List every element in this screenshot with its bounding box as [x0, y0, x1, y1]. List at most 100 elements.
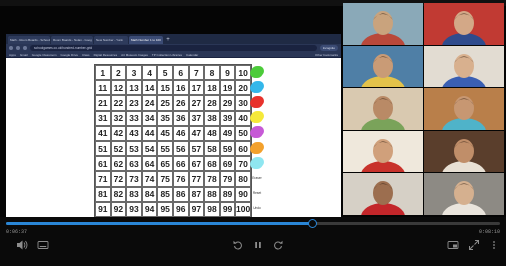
number-cell[interactable]: 13 [126, 80, 142, 96]
number-cell[interactable]: 20 [235, 80, 251, 96]
number-cell[interactable]: 61 [95, 156, 111, 172]
number-cell[interactable]: 39 [219, 110, 236, 126]
paint-splat-swatch[interactable] [250, 155, 264, 170]
palette-tool-button[interactable]: Eraser [250, 170, 264, 185]
number-cell[interactable]: 50 [235, 125, 251, 141]
number-cell[interactable]: 18 [204, 80, 220, 96]
number-cell[interactable]: 54 [141, 140, 158, 157]
number-cell[interactable]: 5 [157, 65, 173, 81]
number-cell[interactable]: 51 [95, 140, 111, 157]
participant-video-tile[interactable] [424, 88, 504, 130]
palette-tool-button[interactable]: Undo [250, 201, 264, 216]
number-cell[interactable]: 29 [219, 95, 236, 111]
paint-splat-swatch[interactable] [250, 64, 264, 79]
number-cell[interactable]: 43 [126, 125, 142, 141]
number-cell[interactable]: 69 [219, 156, 236, 172]
number-cell[interactable]: 70 [235, 156, 251, 172]
browser-tab[interactable]: New Number - Yunk [94, 36, 128, 44]
number-cell[interactable]: 33 [126, 110, 142, 126]
number-cell[interactable]: 53 [126, 140, 142, 157]
volume-icon[interactable] [16, 239, 28, 251]
bookmark[interactable]: Art Museum Images [121, 53, 148, 57]
number-cell[interactable]: 87 [188, 186, 205, 202]
number-cell[interactable]: 85 [157, 186, 173, 202]
number-cell[interactable]: 17 [188, 80, 205, 96]
number-cell[interactable]: 28 [204, 95, 220, 111]
number-cell[interactable]: 76 [172, 171, 189, 187]
number-cell[interactable]: 80 [235, 171, 251, 187]
number-cell[interactable]: 30 [235, 95, 251, 111]
number-cell[interactable]: 90 [235, 186, 251, 202]
number-cell[interactable]: 77 [188, 171, 205, 187]
number-cell[interactable]: 83 [126, 186, 142, 202]
number-cell[interactable]: 10 [235, 65, 251, 81]
number-cell[interactable]: 15 [157, 80, 173, 96]
number-cell[interactable]: 1 [95, 65, 111, 81]
participant-video-tile[interactable] [424, 130, 504, 172]
number-cell[interactable]: 23 [126, 95, 142, 111]
number-cell[interactable]: 49 [219, 125, 236, 141]
bookmark[interactable]: Digital Resources [94, 53, 118, 57]
captions-icon[interactable] [37, 239, 49, 251]
forward-icon[interactable] [16, 46, 20, 50]
number-cell[interactable]: 92 [110, 201, 127, 217]
participant-video-tile[interactable] [343, 3, 423, 45]
number-cell[interactable]: 27 [188, 95, 205, 111]
number-cell[interactable]: 65 [157, 156, 173, 172]
participant-video-tile[interactable] [424, 45, 504, 87]
fullscreen-icon[interactable] [468, 239, 480, 251]
number-cell[interactable]: 9 [219, 65, 236, 81]
more-options-icon[interactable] [488, 239, 500, 251]
number-cell[interactable]: 62 [110, 156, 127, 172]
number-cell[interactable]: 59 [219, 140, 236, 157]
number-cell[interactable]: 46 [172, 125, 189, 141]
number-cell[interactable]: 16 [172, 80, 189, 96]
number-cell[interactable]: 99 [219, 201, 236, 217]
bookmark[interactable]: Class [82, 53, 90, 57]
number-cell[interactable]: 37 [188, 110, 205, 126]
number-cell[interactable]: 19 [219, 80, 236, 96]
number-cell[interactable]: 96 [172, 201, 189, 217]
number-cell[interactable]: 8 [204, 65, 220, 81]
number-cell[interactable]: 38 [204, 110, 220, 126]
profile-button[interactable]: Incognito [319, 45, 338, 51]
number-cell[interactable]: 58 [204, 140, 220, 157]
number-cell[interactable]: 74 [141, 171, 158, 187]
number-cell[interactable]: 68 [204, 156, 220, 172]
pause-icon[interactable] [252, 239, 264, 251]
number-cell[interactable]: 55 [157, 140, 173, 157]
new-tab-button[interactable]: + [164, 36, 172, 44]
number-cell[interactable]: 89 [219, 186, 236, 202]
bookmark[interactable]: Google Classroom [32, 53, 57, 57]
number-cell[interactable]: 73 [126, 171, 142, 187]
number-cell[interactable]: 95 [157, 201, 173, 217]
number-cell[interactable]: 12 [110, 80, 127, 96]
number-cell[interactable]: 86 [172, 186, 189, 202]
number-cell[interactable]: 45 [157, 125, 173, 141]
number-cell[interactable]: 81 [95, 186, 111, 202]
other-bookmarks[interactable]: Other bookmarks [315, 53, 338, 57]
number-cell[interactable]: 88 [204, 186, 220, 202]
number-cell[interactable]: 97 [188, 201, 205, 217]
number-cell[interactable]: 79 [219, 171, 236, 187]
number-cell[interactable]: 72 [110, 171, 127, 187]
progress-bar[interactable] [6, 219, 500, 228]
participant-video-tile[interactable] [343, 45, 423, 87]
number-cell[interactable]: 84 [141, 186, 158, 202]
paint-splat-swatch[interactable] [250, 125, 264, 140]
number-cell[interactable]: 57 [188, 140, 205, 157]
number-cell[interactable]: 42 [110, 125, 127, 141]
progress-handle[interactable] [307, 219, 317, 228]
number-cell[interactable]: 94 [141, 201, 158, 217]
bookmark[interactable]: Gmail [20, 53, 28, 57]
paint-splat-swatch[interactable] [250, 94, 264, 109]
number-cell[interactable]: 4 [141, 65, 158, 81]
number-cell[interactable]: 71 [95, 171, 111, 187]
number-cell[interactable]: 82 [110, 186, 127, 202]
number-cell[interactable]: 67 [188, 156, 205, 172]
participant-video-tile[interactable] [343, 130, 423, 172]
number-cell[interactable]: 60 [235, 140, 251, 157]
bookmark[interactable]: Calendar [186, 53, 198, 57]
picture-in-picture-icon[interactable] [447, 239, 459, 251]
paint-splat-swatch[interactable] [250, 140, 264, 155]
